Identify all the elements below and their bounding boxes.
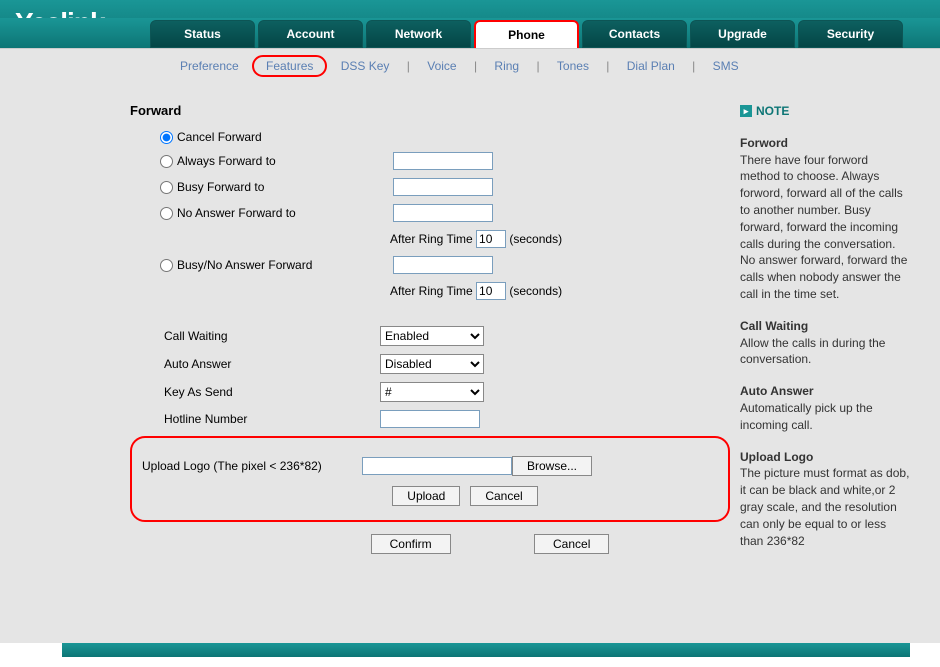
- separator: |: [474, 59, 477, 73]
- label-upload-logo: Upload Logo (The pixel < 236*82): [142, 459, 362, 473]
- note-callwaiting-body: Allow the calls in during the conversati…: [740, 335, 910, 369]
- main-tab-bar: Status Account Network Phone Contacts Up…: [0, 18, 940, 48]
- select-auto-answer[interactable]: Disabled: [380, 354, 484, 374]
- browse-button[interactable]: Browse...: [512, 456, 592, 476]
- subtab-voice[interactable]: Voice: [417, 55, 466, 77]
- label-auto-answer: Auto Answer: [160, 357, 380, 371]
- separator: |: [606, 59, 609, 73]
- select-call-waiting[interactable]: Enabled: [380, 326, 484, 346]
- radio-busy-forward[interactable]: [160, 181, 173, 194]
- subtab-dsskey[interactable]: DSS Key: [331, 55, 400, 77]
- select-key-as-send[interactable]: #: [380, 382, 484, 402]
- label-seconds-1: (seconds): [509, 232, 562, 246]
- note-uploadlogo-title: Upload Logo: [740, 449, 910, 466]
- subtab-dialplan[interactable]: Dial Plan: [617, 55, 685, 77]
- input-ring-time-2[interactable]: [476, 282, 506, 300]
- tab-status[interactable]: Status: [150, 20, 255, 48]
- label-noanswer-forward: No Answer Forward to: [173, 206, 393, 220]
- note-forward-body: There have four forword method to choose…: [740, 152, 910, 303]
- note-autoanswer-body: Automatically pick up the incoming call.: [740, 400, 910, 434]
- cancel-button[interactable]: Cancel: [534, 534, 609, 554]
- subtab-preference[interactable]: Preference: [170, 55, 249, 77]
- label-busy-forward: Busy Forward to: [173, 180, 393, 194]
- input-hotline[interactable]: [380, 410, 480, 428]
- input-busy-forward[interactable]: [393, 178, 493, 196]
- label-key-as-send: Key As Send: [160, 385, 380, 399]
- upload-logo-section: Upload Logo (The pixel < 236*82) Browse.…: [130, 436, 730, 522]
- label-busy-noanswer: Busy/No Answer Forward: [173, 258, 393, 272]
- note-callwaiting-title: Call Waiting: [740, 318, 910, 335]
- separator: |: [536, 59, 539, 73]
- label-call-waiting: Call Waiting: [160, 329, 380, 343]
- label-cancel-forward: Cancel Forward: [173, 130, 393, 144]
- tab-security[interactable]: Security: [798, 20, 903, 48]
- subtab-tones[interactable]: Tones: [547, 55, 599, 77]
- note-forward-title: Forword: [740, 135, 910, 152]
- radio-always-forward[interactable]: [160, 155, 173, 168]
- separator: |: [407, 59, 410, 73]
- label-always-forward: Always Forward to: [173, 154, 393, 168]
- footer-bar: [62, 643, 910, 657]
- note-uploadlogo-body: The picture must format as dob, it can b…: [740, 465, 910, 549]
- input-always-forward[interactable]: [393, 152, 493, 170]
- sub-tab-bar: Preference Features DSS Key | Voice | Ri…: [0, 48, 940, 83]
- label-hotline: Hotline Number: [160, 412, 380, 426]
- label-seconds-2: (seconds): [509, 284, 562, 298]
- input-ring-time-1[interactable]: [476, 230, 506, 248]
- tab-upgrade[interactable]: Upgrade: [690, 20, 795, 48]
- note-autoanswer-title: Auto Answer: [740, 383, 910, 400]
- input-noanswer-forward[interactable]: [393, 204, 493, 222]
- subtab-features[interactable]: Features: [252, 55, 327, 77]
- upload-button[interactable]: Upload: [392, 486, 460, 506]
- note-panel: ▸ NOTE Forword There have four forword m…: [730, 103, 910, 633]
- confirm-button[interactable]: Confirm: [371, 534, 451, 554]
- content-main: Forward Cancel Forward Always Forward to…: [130, 103, 730, 633]
- input-upload-path[interactable]: [362, 457, 512, 475]
- upload-cancel-button[interactable]: Cancel: [470, 486, 537, 506]
- separator: |: [692, 59, 695, 73]
- tab-phone[interactable]: Phone: [474, 20, 579, 48]
- subtab-sms[interactable]: SMS: [703, 55, 749, 77]
- radio-busy-noanswer[interactable]: [160, 259, 173, 272]
- note-header: NOTE: [756, 103, 789, 120]
- radio-cancel-forward[interactable]: [160, 131, 173, 144]
- note-icon: ▸: [740, 105, 752, 117]
- subtab-ring[interactable]: Ring: [484, 55, 529, 77]
- forward-heading: Forward: [130, 103, 730, 118]
- radio-noanswer-forward[interactable]: [160, 207, 173, 220]
- input-busy-noanswer[interactable]: [393, 256, 493, 274]
- tab-contacts[interactable]: Contacts: [582, 20, 687, 48]
- tab-account[interactable]: Account: [258, 20, 363, 48]
- label-after-ring-1: After Ring Time: [390, 232, 473, 246]
- tab-network[interactable]: Network: [366, 20, 471, 48]
- label-after-ring-2: After Ring Time: [390, 284, 473, 298]
